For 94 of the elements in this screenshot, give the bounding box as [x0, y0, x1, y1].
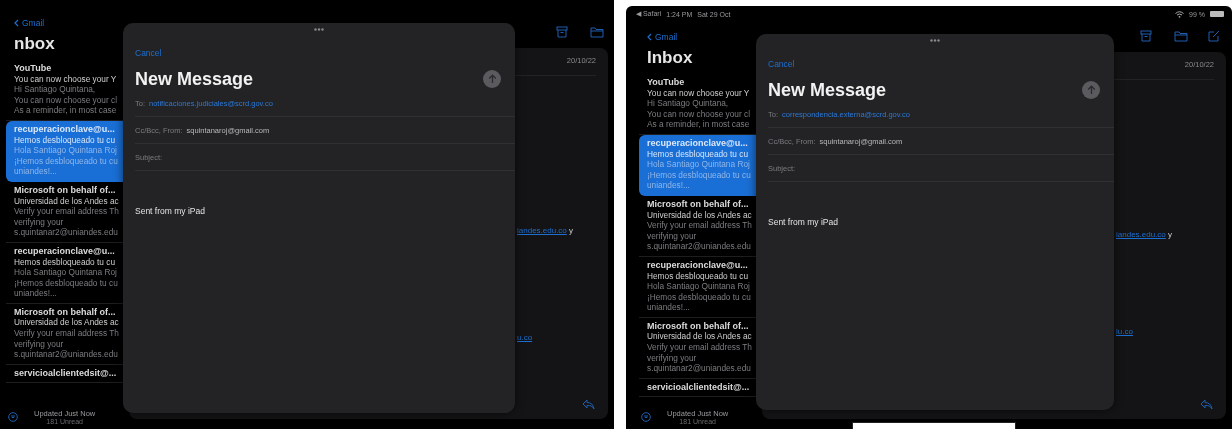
compose-title: New Message	[135, 68, 254, 90]
compose-icon	[1208, 30, 1220, 42]
message-preview: You can now choose your cl	[647, 108, 751, 120]
message-sender: recuperacionclave@u...	[647, 137, 749, 149]
message-sender: YouTube	[14, 63, 53, 74]
message-sender: Microsoft on behalf of...	[647, 198, 750, 210]
message-preview: As a reminder, in most case	[14, 105, 118, 116]
body-text: iandes.edu.co y	[517, 226, 575, 235]
email-link[interactable]: lu.co	[1116, 327, 1133, 336]
message-subject: You can now choose your Y	[14, 73, 118, 85]
message-preview: ¡Hemos desbloqueado tu cu	[647, 169, 752, 181]
selected-message-item[interactable]: recuperacionclave@u... Hemos desbloqueado tu cu Hola Santiago Quintana Roj ¡Hemos desbloqueado tu cu uniandes!...	[6, 120, 123, 182]
message-subject: Hemos desbloqueado tu cu	[14, 256, 116, 268]
message-preview: As a reminder, in most case	[647, 119, 751, 130]
message-sender: YouTube	[647, 77, 686, 88]
message-preview: Verify your email address Th	[14, 328, 119, 339]
message-preview: Hola Santiago Quintana Roj	[14, 267, 118, 278]
message-preview: You can now choose your cl	[14, 94, 118, 106]
message-preview: uniandes!...	[14, 288, 58, 299]
archive-button[interactable]	[1140, 30, 1154, 42]
message-subject: Universidad de los Andes ac	[647, 331, 752, 343]
message-preview: Verify your email address Th	[647, 342, 752, 353]
message-subject: Hemos desbloqueado tu cu	[647, 270, 749, 282]
archive-box-icon	[1140, 30, 1152, 42]
back-link[interactable]: Gmail	[647, 32, 678, 42]
message-preview: uniandes!...	[14, 166, 58, 177]
message-sender: Microsoft on behalf of...	[14, 306, 117, 318]
grabber-dots-icon[interactable]	[314, 28, 324, 31]
message-preview: Hi Santiago Quintana,	[14, 84, 97, 95]
folder-button[interactable]	[590, 26, 604, 38]
message-preview: uniandes!...	[647, 302, 691, 313]
compose-title: New Message	[768, 79, 887, 101]
folder-icon	[590, 26, 604, 38]
message-preview: verifying your	[14, 216, 65, 228]
reply-arrow-icon	[1200, 399, 1213, 410]
cancel-button[interactable]: Cancel	[768, 59, 795, 69]
message-preview: verifying your	[647, 352, 698, 364]
message-preview: verifying your	[14, 338, 65, 350]
inbox-title: Inbox	[647, 48, 694, 68]
email-link[interactable]: u.co	[517, 333, 533, 342]
email-link[interactable]: iandes.edu.co	[517, 226, 567, 235]
message-preview: Verify your email address Th	[14, 206, 119, 217]
reply-arrow-icon	[582, 399, 595, 410]
message-body: Sent from my iPad	[768, 217, 839, 227]
message-subject: You can now choose your Y	[647, 87, 751, 99]
message-subject: Hemos desbloqueado tu cu	[647, 148, 749, 160]
message-sender: recuperacionclave@u...	[647, 259, 749, 271]
message-preview: Hola Santiago Quintana Roj	[14, 145, 118, 156]
archive-button[interactable]	[556, 26, 570, 38]
message-preview: ¡Hemos desbloqueado tu cu	[647, 291, 752, 303]
cancel-button[interactable]: Cancel	[135, 48, 162, 58]
message-preview: s.quintanar2@uniandes.edu	[14, 349, 119, 360]
archive-box-icon	[556, 26, 568, 38]
back-chevron-icon	[647, 33, 652, 41]
message-preview: s.quintanar2@uniandes.edu	[647, 241, 752, 252]
selected-message-item[interactable]: recuperacionclave@u... Hemos desbloqueado tu cu Hola Santiago Quintana Roj ¡Hemos desbloqueado tu cu uniandes!...	[639, 134, 756, 196]
up-arrow-icon	[1086, 85, 1096, 95]
message-sender: recuperacionclave@u...	[14, 245, 116, 257]
message-subject: Universidad de los Andes ac	[647, 209, 752, 221]
back-link[interactable]: Gmail	[14, 18, 45, 28]
reply-button[interactable]	[582, 399, 596, 411]
filter-icon[interactable]	[8, 412, 18, 422]
message-preview: Hi Santiago Quintana,	[647, 98, 730, 109]
message-sender: servicioalclientedsit@...	[14, 367, 118, 379]
message-preview: ¡Hemos desbloqueado tu cu	[14, 155, 119, 167]
email-link[interactable]: iandes.edu.co	[1116, 230, 1166, 239]
folder-icon	[1174, 30, 1188, 42]
back-chevron-icon	[14, 19, 19, 27]
message-preview: uniandes!...	[647, 180, 691, 191]
message-body: Sent from my iPad	[135, 206, 206, 216]
body-text: iandes.edu.co y	[1116, 230, 1174, 239]
message-subject: Universidad de los Andes ac	[14, 195, 119, 207]
message-preview: Hola Santiago Quintana Roj	[647, 159, 751, 170]
message-preview: ¡Hemos desbloqueado tu cu	[14, 277, 119, 289]
battery-icon	[1210, 11, 1224, 17]
message-preview: verifying your	[647, 230, 698, 242]
message-subject: Hemos desbloqueado tu cu	[14, 134, 116, 146]
message-sender: servicioalclientedsit@...	[647, 381, 751, 393]
message-sender: Microsoft on behalf of...	[647, 320, 750, 332]
message-preview: Hola Santiago Quintana Roj	[647, 281, 751, 292]
up-arrow-icon	[487, 74, 497, 84]
reply-button[interactable]	[1200, 399, 1214, 411]
message-sender: recuperacionclave@u...	[14, 123, 116, 135]
inbox-title: nbox	[14, 34, 56, 54]
message-subject: Universidad de los Andes ac	[14, 317, 119, 329]
grabber-dots-icon[interactable]	[930, 39, 940, 42]
message-preview: Verify your email address Th	[647, 220, 752, 231]
compose-button[interactable]	[1208, 30, 1222, 42]
message-preview: s.quintanar2@uniandes.edu	[647, 363, 752, 374]
message-preview: s.quintanar2@uniandes.edu	[14, 227, 119, 238]
wifi-icon	[1175, 10, 1185, 18]
filter-icon[interactable]	[641, 412, 651, 422]
message-sender: Microsoft on behalf of...	[14, 184, 117, 196]
folder-button[interactable]	[1174, 30, 1188, 42]
